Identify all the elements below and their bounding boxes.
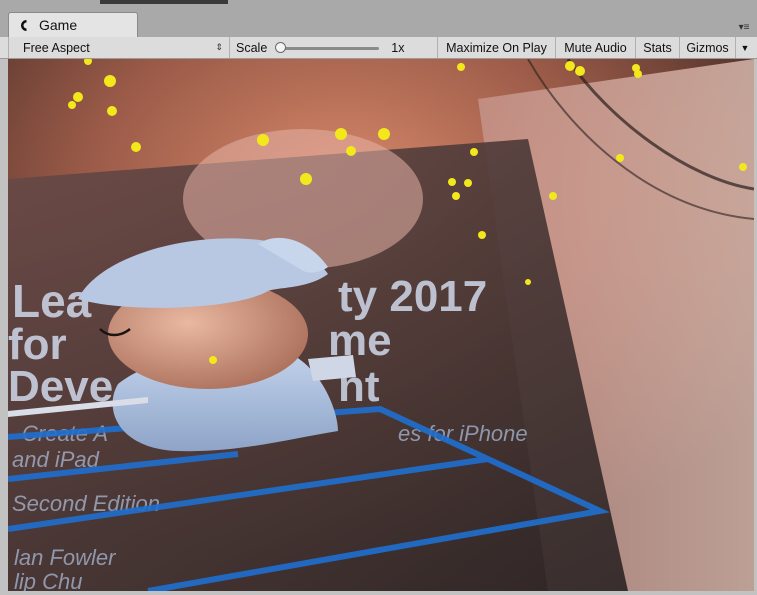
gizmos-dropdown-arrow[interactable]: ▼ [736, 37, 754, 58]
aspect-label: Free Aspect [23, 40, 90, 55]
scale-label: Scale [236, 40, 268, 55]
particle-dot [346, 146, 356, 156]
particle-dot [257, 134, 269, 146]
scale-control: Scale 1x [230, 37, 438, 58]
particle-dot [575, 66, 585, 76]
particle-dot [209, 356, 217, 364]
book-author-1: lan Fowler [14, 545, 117, 570]
particle-dot [448, 178, 456, 186]
particle-dot [464, 179, 472, 187]
maximize-on-play-label: Maximize On Play [446, 40, 547, 55]
updown-arrow-icon: ⇕ [215, 42, 223, 52]
stats-button[interactable]: Stats [636, 37, 680, 58]
particle-dot [739, 163, 747, 171]
wizard-sleeve [308, 355, 356, 381]
gizmos-label: Gizmos [686, 40, 729, 55]
ar-scene: Lea ty 2017 for me Deve nt Create A es f… [8, 59, 754, 591]
book-author-2: lip Chu [14, 569, 82, 591]
tab-title: Game [39, 17, 78, 33]
particle-dot [68, 101, 76, 109]
window-tab-bar: Game ▾≡ [0, 0, 757, 37]
tab-game[interactable]: Game [8, 12, 138, 37]
particle-dot [452, 192, 460, 200]
panel-menu-icon[interactable]: ▾≡ [737, 22, 751, 34]
particle-dot [335, 128, 347, 140]
particle-dot [616, 154, 624, 162]
tab-strip-highlight [100, 0, 228, 4]
particle-dot [131, 142, 141, 152]
book-title-line1b: ty 2017 [338, 272, 487, 321]
particle-dot [470, 148, 478, 156]
particle-dot [478, 231, 486, 239]
particle-dot [107, 106, 117, 116]
particle-dot [457, 63, 465, 71]
gizmos-button[interactable]: Gizmos [680, 37, 736, 58]
mute-audio-label: Mute Audio [564, 40, 627, 55]
unity-logo-icon [19, 18, 33, 32]
particle-dot [378, 128, 390, 140]
stats-label: Stats [643, 40, 672, 55]
particle-dot [73, 92, 83, 102]
maximize-on-play-button[interactable]: Maximize On Play [438, 37, 556, 58]
particle-dot [525, 279, 531, 285]
game-viewport[interactable]: Lea ty 2017 for me Deve nt Create A es f… [8, 59, 754, 591]
mute-audio-button[interactable]: Mute Audio [556, 37, 636, 58]
scale-slider-thumb[interactable] [275, 41, 287, 53]
particle-dot [634, 70, 642, 78]
particle-dot [565, 61, 575, 71]
dropdown-arrow-icon: ▼ [740, 42, 750, 53]
scale-slider[interactable] [275, 41, 383, 55]
particle-dot [549, 192, 557, 200]
scale-value: 1x [391, 40, 405, 55]
game-toolbar: Free Aspect ⇕ Scale 1x Maximize On Play … [0, 37, 757, 59]
aspect-dropdown[interactable]: Free Aspect ⇕ [8, 37, 230, 58]
particle-dot [300, 173, 312, 185]
scale-slider-track [279, 46, 380, 50]
particle-dot [104, 75, 116, 87]
